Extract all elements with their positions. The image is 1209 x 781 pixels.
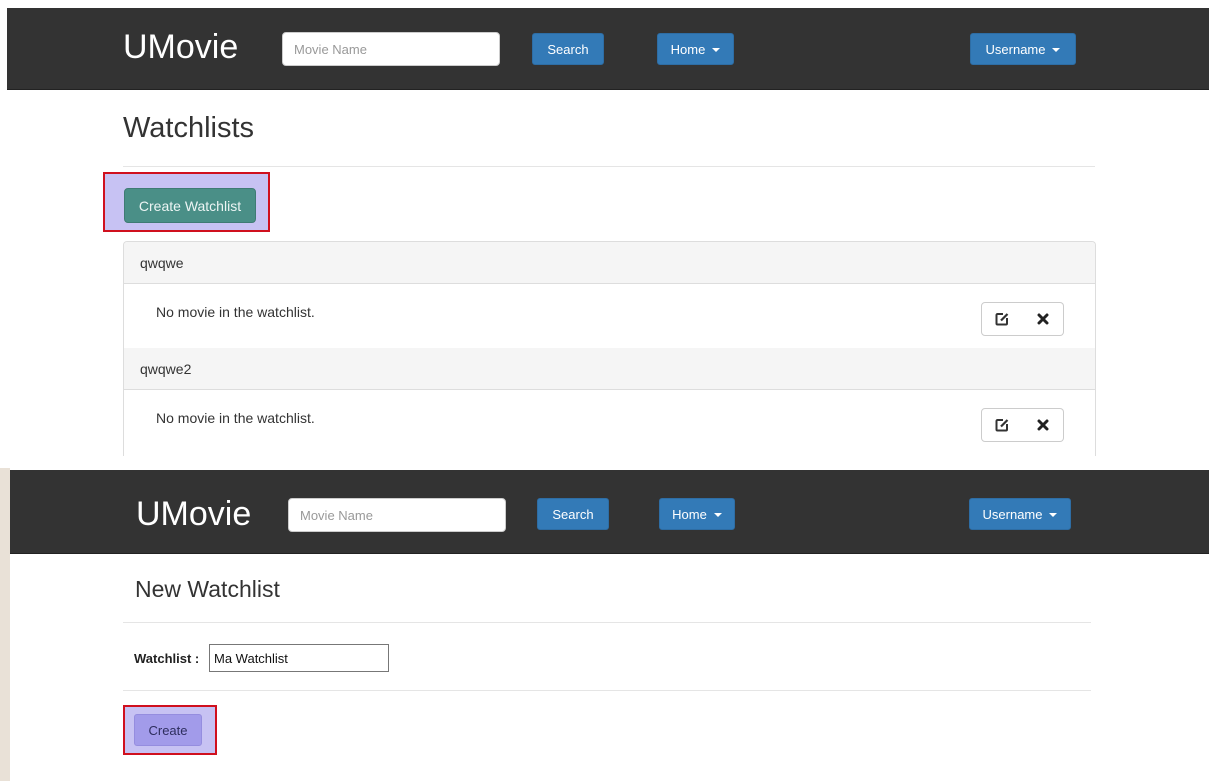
create-watchlist-label: Create Watchlist [138, 197, 242, 214]
caret-down-icon [1052, 48, 1061, 52]
movie-search-input[interactable] [288, 498, 506, 532]
page-title: Watchlists [123, 112, 255, 144]
user-dropdown-label: Username [985, 41, 1046, 57]
create-button-label: Create [148, 722, 188, 738]
watchlist-field-label: Watchlist : [134, 651, 200, 666]
caret-down-icon [712, 48, 721, 52]
watchlist-empty-message: No movie in the watchlist. [156, 304, 315, 320]
home-dropdown-label: Home [670, 41, 706, 57]
brand-logo[interactable]: UMovie [123, 30, 238, 64]
divider [123, 690, 1091, 691]
caret-down-icon [1049, 513, 1058, 517]
bottom-navbar: UMovie Search Home Username [10, 470, 1209, 554]
top-navbar: UMovie Search Home Username [7, 8, 1209, 90]
brand-logo[interactable]: UMovie [136, 497, 251, 531]
search-button-label: Search [552, 506, 594, 522]
user-dropdown[interactable]: Username [969, 498, 1071, 530]
composite-screenshot: UMovie Search Home Username Watchlists C… [0, 0, 1209, 781]
edit-icon [995, 313, 1009, 326]
watchlist-header: qwqwe [124, 242, 1095, 284]
create-watchlist-button[interactable]: Create Watchlist [124, 188, 256, 223]
search-button-label: Search [547, 41, 589, 57]
edit-icon [995, 419, 1009, 432]
search-button[interactable]: Search [537, 498, 609, 530]
edit-watchlist-button[interactable] [981, 408, 1023, 442]
remove-icon [1037, 419, 1048, 431]
watchlist-name: qwqwe [140, 254, 184, 271]
home-dropdown-label: Home [672, 506, 707, 522]
watchlist-empty-message: No movie in the watchlist. [156, 410, 315, 426]
user-dropdown[interactable]: Username [970, 33, 1076, 65]
home-dropdown[interactable]: Home [659, 498, 735, 530]
watchlist-name: qwqwe2 [140, 360, 192, 377]
watchlist-header: qwqwe2 [124, 348, 1095, 390]
watchlists-panel: qwqwe No movie in the watchlist. qwqwe2 … [123, 241, 1096, 456]
edit-watchlist-button[interactable] [981, 302, 1023, 336]
caret-down-icon [713, 513, 722, 517]
create-button[interactable]: Create [134, 714, 202, 746]
user-dropdown-label: Username [982, 506, 1043, 522]
watchlist-name-input[interactable] [209, 644, 389, 672]
form-title: New Watchlist [135, 576, 280, 602]
delete-watchlist-button[interactable] [1022, 302, 1064, 336]
remove-icon [1037, 313, 1048, 325]
home-dropdown[interactable]: Home [657, 33, 734, 65]
window-edge [0, 468, 10, 781]
delete-watchlist-button[interactable] [1022, 408, 1064, 442]
divider [123, 166, 1095, 167]
movie-search-input[interactable] [282, 32, 500, 66]
search-button[interactable]: Search [532, 33, 604, 65]
divider [123, 622, 1091, 623]
